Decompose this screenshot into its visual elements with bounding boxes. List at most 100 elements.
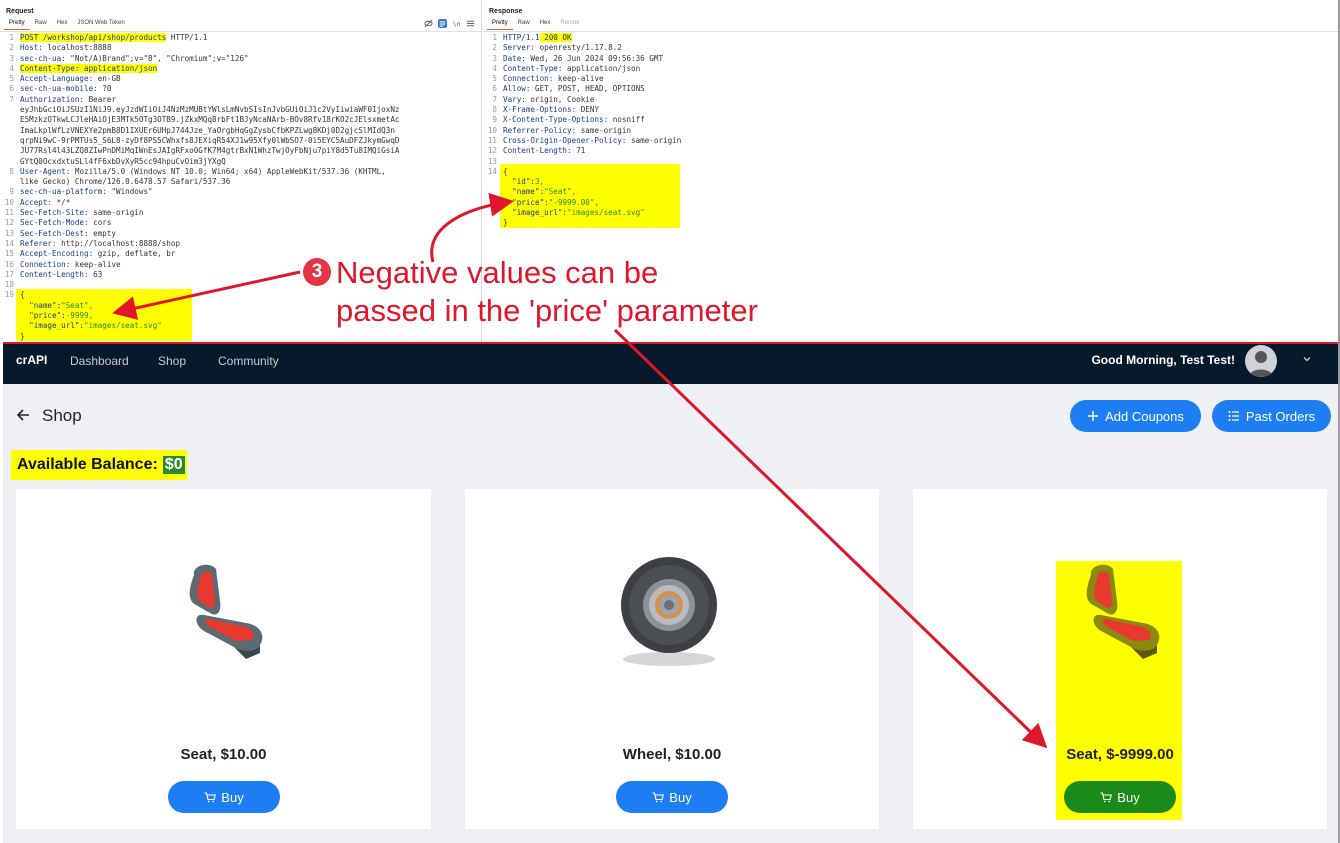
code-value: Mozilla/5.0 (Windows NT 10.0; Win64; x64… [70,166,386,176]
line-number: 19 [4,290,14,300]
code-line: } [483,218,681,228]
buy-button[interactable]: Buy [616,781,728,813]
line-number: 6 [9,84,14,94]
nav-community[interactable]: Community [218,354,279,368]
product-title: Seat, $10.00 [180,746,267,763]
code-line: "price":"-9999.00", [483,198,681,208]
response-tab-pretty[interactable]: Pretty [487,19,513,30]
code-line: 4 Content-Type: application/json [0,63,399,74]
product-title: Wheel, $10.00 [622,746,722,763]
line-number: 1 [9,33,14,42]
response-tab-render[interactable]: Render [555,19,585,30]
buy-label: Buy [669,789,692,805]
code-value: gzip, deflate, br [93,249,176,259]
code-value: Bearer [84,94,117,104]
line-number: 2 [492,43,497,53]
add-coupons-button[interactable]: Add Coupons [1070,400,1201,432]
response-tab-divider [483,31,1340,32]
code-line: ImaLkplWfLzVNEXYe2pmB8D1IXUEr6UHpJ744Jze… [0,126,399,136]
code-line: qrpNi9wC-9rPMTUs5_S6L8-zyDf8PS5CWhxfs8JE… [0,136,399,146]
code-line: 7 Authorization: Bearer [0,95,399,105]
nav-shop[interactable]: Shop [158,354,186,368]
code-value: cors [88,218,112,228]
list-icon [1228,411,1239,421]
code-line: 14 Referer: http://localhost:8888/shop [0,239,399,249]
newline-icon[interactable]: \n [452,19,461,28]
add-coupons-label: Add Coupons [1105,408,1184,424]
chevron-down-icon[interactable] [1301,353,1313,365]
top-navbar: crAPI Dashboard Shop Community Good Morn… [3,344,1339,384]
past-orders-label: Past Orders [1245,408,1316,424]
code-key: "id": [503,177,536,187]
back-arrow-icon[interactable] [16,408,30,422]
product-card: Wheel, $10.00 Buy [465,489,879,829]
code-value: application/json [562,63,641,73]
response-tab-hex[interactable]: Hex [535,19,556,30]
code-key: Connection: [20,259,71,269]
code-value: "Seat", [61,300,94,310]
code-line: "image_url":"images/seat.svg" [483,208,681,218]
code-value: "Windows" [106,187,153,197]
code-value: } [503,218,508,228]
code-key: POST /workshop/api/shop/products [20,33,167,42]
code-value: HTTP/1.1 [166,33,208,42]
code-line: "name":"Seat", [483,187,681,197]
code-line: 6 sec-ch-ua-mobile: ?0 [0,84,399,94]
code-key: Accept-Encoding: [20,249,94,259]
code-key: "price": [20,311,66,321]
menu-icon[interactable] [466,19,475,28]
buy-button[interactable]: Buy [1064,781,1176,813]
response-viewer[interactable]: 1 HTTP/1.1 200 OK 2 Server: openresty/1.17.… [483,33,681,229]
code-line: 10 Referrer-Policy: same-origin [483,126,681,136]
code-key: HTTP/1.1 [503,33,540,42]
line-number: 14 [4,238,14,248]
nav-dashboard[interactable]: Dashboard [70,354,129,368]
code-line: 2 Host: localhost:8888 [0,43,399,53]
line-number: 7 [492,94,497,104]
code-value: "Not/A)Brand";v="8", "Chromium";v="126" [65,53,249,63]
buy-button[interactable]: Buy [168,781,280,813]
request-tab-raw[interactable]: Raw [30,19,52,30]
line-number: 13 [4,228,14,238]
request-tab-jwt[interactable]: JSON Web Token [72,19,129,30]
code-value: } [20,331,25,341]
code-value: en-GB [93,74,121,84]
code-key: Content-Type: [503,63,563,73]
response-pane-title: Response [489,8,523,15]
code-value: http://localhost:8888/shop [56,238,181,248]
code-line: E5MzkzOTkwLCJleHAiOjE3MTk5OTg3OTB9.jZkxM… [0,115,399,125]
line-number: 1 [492,33,497,42]
code-line: 11 Sec-Fetch-Site: same-origin [0,208,399,218]
code-value: E5MzkzOTkwLCJleHAiOjE3MTk5OTg3OTB9.jZkxM… [20,115,400,125]
code-value: nosniff [608,115,645,125]
code-line: 11 Cross-Origin-Opener-Policy: same-origi… [483,136,681,146]
code-key: Cross-Origin-Opener-Policy: [503,135,627,145]
code-key: X-Frame-Options: [503,105,577,115]
line-number: 7 [9,94,14,104]
code-line: 4 Content-Type: application/json [483,64,681,74]
buy-label: Buy [221,789,244,805]
line-number: 10 [4,197,14,207]
past-orders-button[interactable]: Past Orders [1212,400,1331,432]
code-key: Accept: [20,197,53,207]
brand-logo[interactable]: crAPI [16,353,47,367]
code-value: qrpNi9wC-9rPMTUs5_S6L8-zyDf8PS5CWhxfs8JE… [20,135,400,145]
cart-icon [1100,791,1113,802]
code-line: } [0,332,399,342]
response-tab-raw[interactable]: Raw [513,19,535,30]
line-number: 2 [9,43,14,53]
code-line: 6 Allow: GET, POST, HEAD, OPTIONS [483,84,681,94]
code-line: 5 Connection: keep-alive [483,74,681,84]
seat-image [189,564,263,659]
code-key: Referer: [20,238,57,248]
hide-icon[interactable] [424,19,433,28]
cart-icon [204,791,217,802]
code-line: eyJhbGciOiJSUzI1NiJ9.eyJzdWIiOiJ4NzMzMUB… [0,105,399,115]
code-value: "Seat", [544,187,577,197]
request-tab-pretty[interactable]: Pretty [4,19,30,30]
avatar[interactable] [1245,345,1277,377]
code-key: Authorization: [20,94,85,104]
render-toggle-icon[interactable] [438,19,447,28]
line-number: 8 [9,166,14,176]
request-tab-hex[interactable]: Hex [52,19,73,30]
